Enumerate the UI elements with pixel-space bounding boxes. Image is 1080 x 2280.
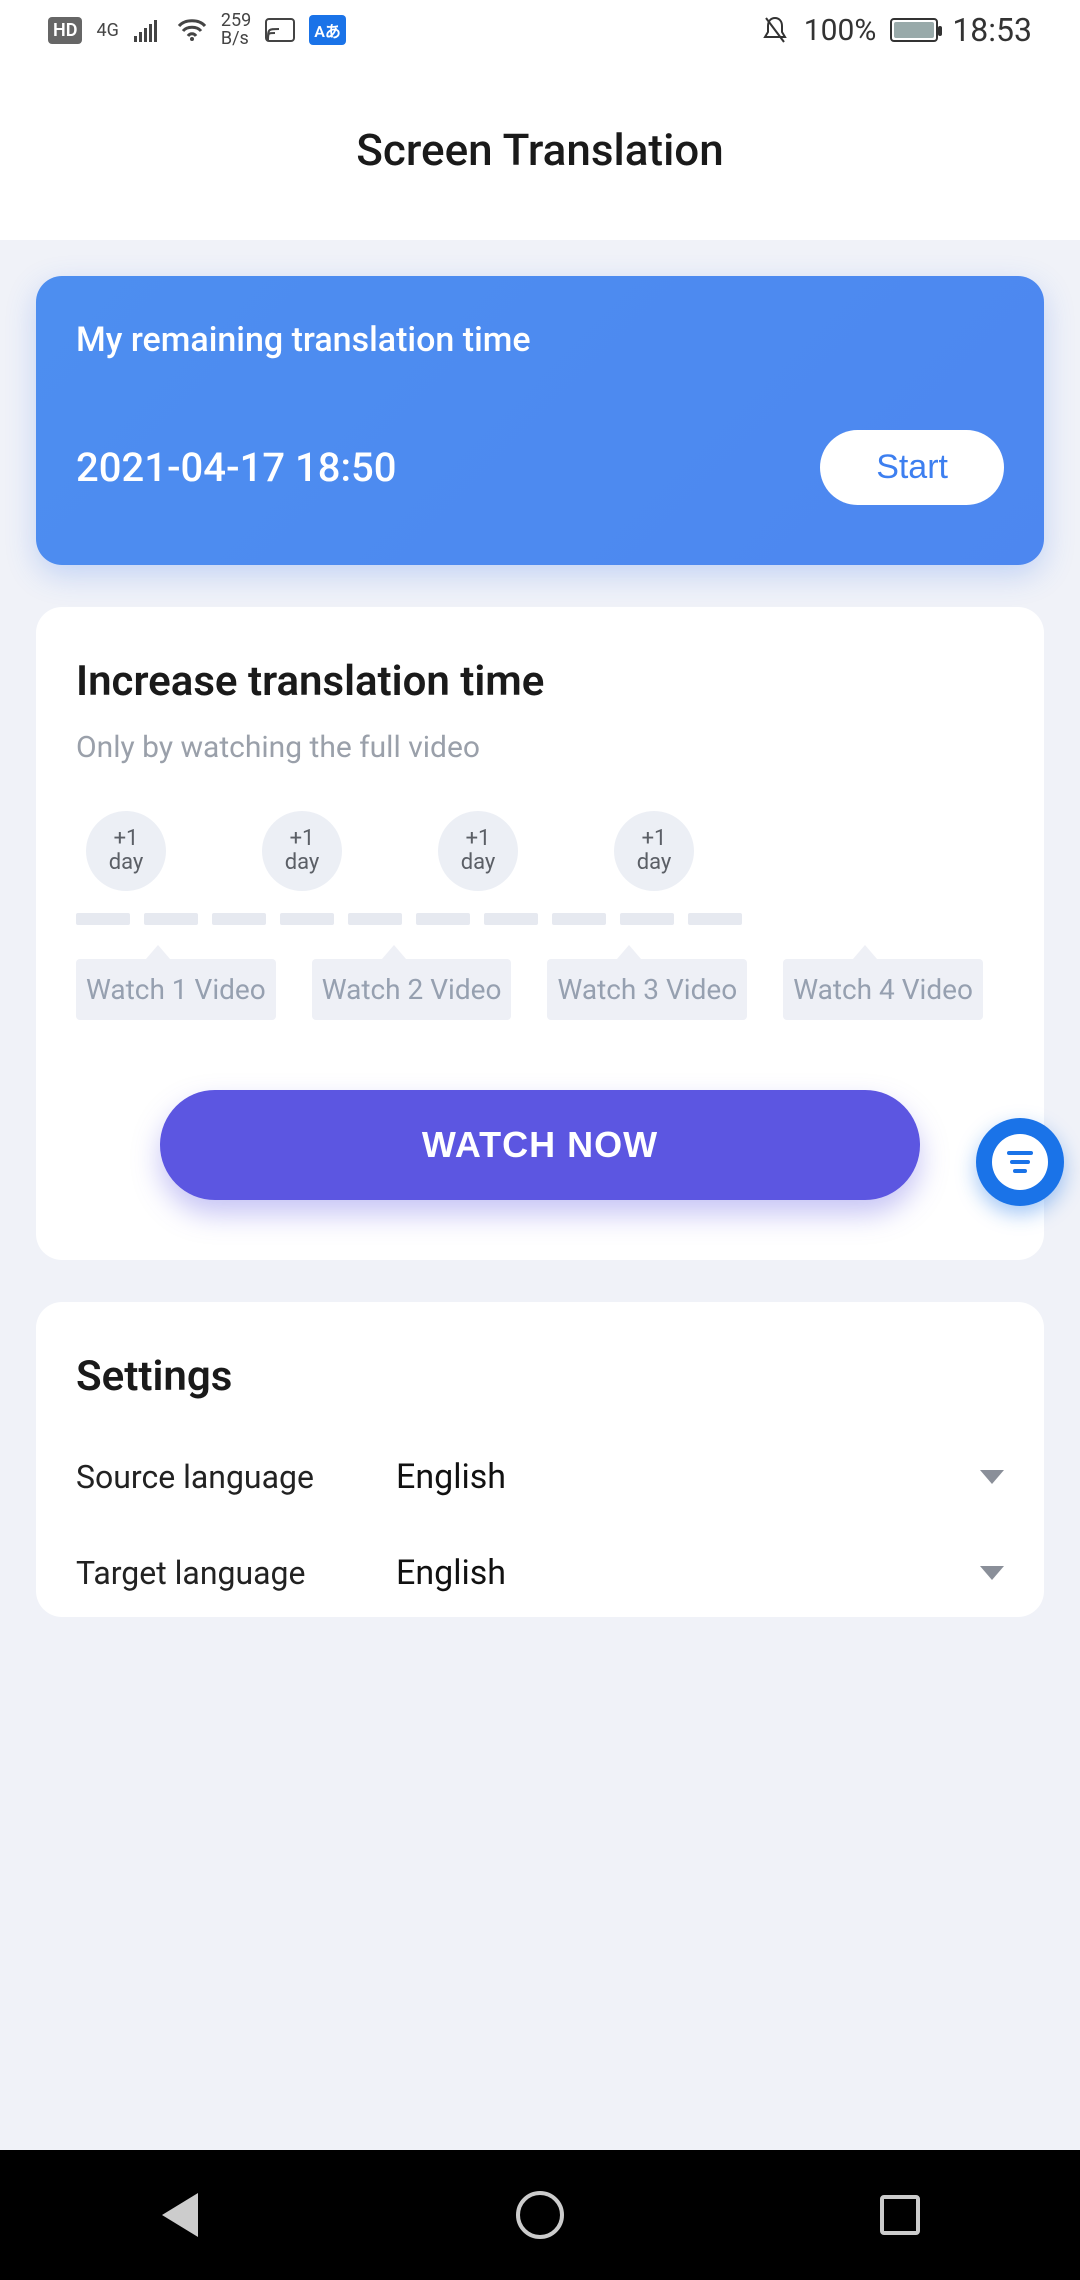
settings-title: Settings — [76, 1352, 1004, 1401]
remaining-time-value: 2021-04-17 18:50 — [76, 444, 397, 491]
back-button[interactable] — [145, 2180, 215, 2250]
increase-subtitle: Only by watching the full video — [76, 730, 1004, 765]
start-button[interactable]: Start — [820, 430, 1004, 505]
remaining-time-label: My remaining translation time — [76, 320, 1004, 360]
content: My remaining translation time 2021-04-17… — [0, 240, 1080, 1653]
watch-video-item[interactable]: Watch 4 Video — [783, 959, 983, 1020]
reward-chips-row: +1 day +1 day +1 day +1 day — [76, 811, 1004, 891]
status-right: 100% 18:53 — [760, 11, 1032, 49]
status-bar: HD 4G 259 B/s Aあ 100% 18:53 — [0, 0, 1080, 60]
source-language-row[interactable]: Source language English — [76, 1457, 1004, 1497]
remaining-time-card: My remaining translation time 2021-04-17… — [36, 276, 1044, 565]
translate-badge-icon: Aあ — [309, 15, 346, 45]
battery-percent: 100% — [804, 13, 877, 48]
hd-badge: HD — [48, 17, 82, 44]
reward-chip: +1 day — [438, 811, 518, 891]
system-navbar — [0, 2150, 1080, 2280]
source-language-value: English — [396, 1457, 980, 1497]
watch-videos-row: Watch 1 Video Watch 2 Video Watch 3 Vide… — [76, 959, 1004, 1020]
cast-icon — [265, 15, 295, 45]
source-language-label: Source language — [76, 1458, 396, 1496]
reward-chip: +1 day — [86, 811, 166, 891]
watch-video-item[interactable]: Watch 2 Video — [312, 959, 512, 1020]
increase-time-card: Increase translation time Only by watchi… — [36, 607, 1044, 1260]
network-type: 4G — [96, 20, 118, 41]
reward-chip: +1 day — [262, 811, 342, 891]
mute-icon — [760, 15, 790, 45]
settings-card: Settings Source language English Target … — [36, 1302, 1044, 1617]
page-title: Screen Translation — [356, 124, 723, 176]
back-icon — [162, 2193, 198, 2237]
recents-button[interactable] — [865, 2180, 935, 2250]
status-left: HD 4G 259 B/s Aあ — [48, 12, 346, 48]
increase-title: Increase translation time — [76, 657, 1004, 706]
watch-video-item[interactable]: Watch 1 Video — [76, 959, 276, 1020]
home-icon — [516, 2191, 564, 2239]
target-language-row[interactable]: Target language English — [76, 1553, 1004, 1593]
chevron-down-icon — [980, 1566, 1004, 1580]
chat-fab-button[interactable] — [976, 1118, 1064, 1206]
home-button[interactable] — [505, 2180, 575, 2250]
app-header: Screen Translation — [0, 60, 1080, 240]
progress-dashes — [76, 913, 1004, 925]
watch-now-button[interactable]: WATCH NOW — [160, 1090, 921, 1200]
reward-chip: +1 day — [614, 811, 694, 891]
wifi-icon — [177, 15, 207, 45]
recents-icon — [880, 2195, 920, 2235]
chevron-down-icon — [980, 1470, 1004, 1484]
target-language-label: Target language — [76, 1554, 396, 1592]
chat-icon — [992, 1134, 1048, 1190]
status-time: 18:53 — [952, 11, 1032, 49]
signal-icon — [133, 15, 163, 45]
battery-icon — [890, 18, 938, 42]
watch-video-item[interactable]: Watch 3 Video — [547, 959, 747, 1020]
network-speed: 259 B/s — [221, 12, 251, 48]
target-language-value: English — [396, 1553, 980, 1593]
